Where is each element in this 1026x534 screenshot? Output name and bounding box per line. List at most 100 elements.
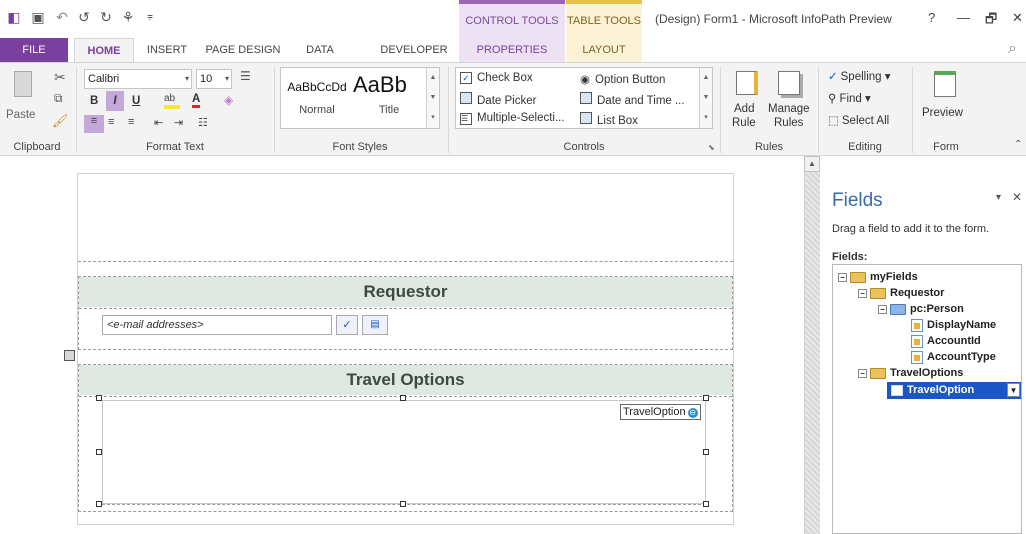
pane-options-icon[interactable]: ▾ [996, 192, 1001, 203]
add-rule-icon [736, 71, 758, 95]
close-button[interactable]: ✕ [1012, 10, 1023, 26]
folder-icon [870, 287, 886, 299]
redo-icon[interactable]: ↻ [98, 9, 114, 25]
resize-handle[interactable] [96, 449, 102, 455]
tab-page-design[interactable]: PAGE DESIGN [198, 38, 288, 62]
tree-node-traveloptions[interactable]: − TravelOptions [858, 365, 963, 381]
vertical-scrollbar[interactable] [804, 156, 820, 534]
customize-icon[interactable]: ⩦ [142, 9, 158, 25]
decrease-indent-icon[interactable]: ⇤ [154, 116, 163, 129]
font-color-button[interactable]: A [192, 93, 201, 108]
travel-option-repeating-table[interactable] [102, 400, 706, 504]
control-date-time[interactable]: Date and Time ... [580, 92, 685, 107]
clear-formatting-icon[interactable]: ◈ [224, 93, 233, 107]
address-book-icon[interactable]: ▤ [362, 315, 388, 335]
search-icon[interactable]: ⌕ [1008, 40, 1017, 58]
save-icon[interactable]: ▣ [30, 9, 46, 25]
collapse-icon[interactable]: − [858, 288, 867, 298]
list-box-icon [580, 112, 592, 124]
control-multiple-selection[interactable]: ☰ Multiple-Selecti... [460, 112, 565, 125]
tab-data[interactable]: DATA [296, 38, 344, 62]
tree-node-person[interactable]: − pc:Person [878, 301, 964, 317]
preview-button[interactable]: Preview [920, 67, 972, 139]
control-check-box[interactable]: ✓ Check Box [460, 72, 533, 84]
resize-handle[interactable] [703, 395, 709, 401]
control-option-button[interactable]: ◉ Option Button [580, 72, 665, 86]
folder-icon [870, 367, 886, 379]
tag-menu-icon[interactable]: ⊖ [687, 408, 698, 418]
group-separator [720, 67, 721, 153]
resize-handle[interactable] [96, 395, 102, 401]
tab-developer[interactable]: DEVELOPER [374, 38, 454, 62]
tree-node-requestor[interactable]: − Requestor [858, 285, 944, 301]
restore-button[interactable]: 🗗 [985, 10, 997, 32]
preview-icon[interactable]: ⚘ [120, 9, 136, 25]
tree-node-accounttype[interactable]: AccountType [911, 349, 996, 365]
tree-node-accountid[interactable]: AccountId [911, 333, 981, 349]
pane-close-icon[interactable]: ✕ [1012, 190, 1022, 204]
controls-scroll[interactable]: ▲ ▼ ▾ [699, 68, 712, 128]
dialog-launcher-icon[interactable]: ⬊ [708, 143, 715, 152]
style-normal[interactable]: AaBbCcDd Normal [283, 68, 351, 128]
resize-handle[interactable] [400, 395, 406, 401]
line-spacing-icon[interactable]: ☰ [240, 69, 251, 83]
email-field[interactable]: <e-mail addresses> [102, 315, 332, 335]
control-date-picker[interactable]: Date Picker [460, 92, 536, 107]
node-dropdown-icon[interactable]: ▼ [1007, 383, 1020, 397]
ribbon-tabs: FILE HOME INSERT PAGE DESIGN DATA DEVELO… [0, 38, 1026, 62]
manage-rules-label-1: Manage [768, 103, 810, 115]
find-button[interactable]: ⚲ Find ▾ [828, 91, 871, 105]
font-size-box[interactable]: 10 ▾ [196, 69, 232, 89]
underline-button[interactable]: U [132, 95, 140, 107]
tab-home[interactable]: HOME [74, 38, 134, 62]
tab-properties[interactable]: PROPERTIES [459, 38, 565, 62]
scroll-up-icon[interactable]: ▲ [804, 156, 820, 172]
tab-insert[interactable]: INSERT [142, 38, 192, 62]
select-all-button[interactable]: ⬚ Select All [828, 113, 889, 127]
bold-button[interactable]: B [90, 95, 98, 107]
font-name-box[interactable]: Calibri ▾ [84, 69, 192, 89]
clipboard-group: Paste ✂ ⧉ 🖌 Clipboard [2, 65, 72, 155]
control-list-box[interactable]: List Box [580, 112, 638, 127]
tab-layout[interactable]: LAYOUT [566, 38, 642, 62]
rules-label: Rules [754, 141, 784, 153]
highlight-icon[interactable]: ab [164, 93, 180, 109]
collapse-icon[interactable]: − [878, 304, 887, 314]
tree-node-myfields[interactable]: − myFields [838, 269, 918, 285]
paste-button[interactable]: Paste [6, 109, 35, 121]
italic-button[interactable]: I [106, 91, 124, 111]
align-left-icon[interactable]: ≡ [84, 115, 104, 133]
tree-node-displayname[interactable]: DisplayName [911, 317, 996, 333]
increase-indent-icon[interactable]: ⇥ [174, 116, 183, 129]
resize-handle[interactable] [400, 501, 406, 507]
collapse-icon[interactable]: − [858, 368, 867, 378]
align-right-icon[interactable]: ≡ [128, 116, 134, 128]
manage-rules-button[interactable]: Manage Rules [768, 67, 812, 139]
resize-handle[interactable] [703, 449, 709, 455]
help-button[interactable]: ? [928, 10, 935, 25]
add-rule-button[interactable]: Add Rule [728, 67, 766, 139]
collapse-icon[interactable]: − [838, 272, 847, 282]
undo-icon[interactable]: ↶ [54, 9, 70, 25]
tab-file[interactable]: FILE [0, 38, 68, 62]
add-rule-label-2: Rule [732, 117, 756, 129]
paste-icon[interactable] [14, 71, 32, 97]
check-names-icon[interactable]: ✓ [336, 315, 358, 335]
tree-node-traveloption[interactable]: TravelOption ▼ [887, 382, 1021, 399]
controls-gallery: ✓ Check Box Date Picker ☰ Multiple-Selecti… [455, 67, 713, 129]
table-move-handle[interactable] [64, 350, 75, 361]
undo-arrow-icon[interactable]: ↺ [76, 9, 92, 25]
align-center-icon[interactable]: ≡ [108, 116, 114, 128]
resize-handle[interactable] [96, 501, 102, 507]
collapse-ribbon-icon[interactable]: ⌃ [1014, 139, 1022, 150]
style-title[interactable]: AaBb Title [353, 68, 425, 128]
format-painter-icon[interactable]: 🖌 [52, 113, 69, 129]
spelling-button[interactable]: ✓ Spelling ▾ [828, 69, 891, 83]
copy-icon[interactable]: ⧉ [54, 91, 63, 106]
tree-node-label: AccountId [927, 335, 981, 347]
cut-icon[interactable]: ✂ [54, 69, 66, 86]
resize-handle[interactable] [703, 501, 709, 507]
minimize-button[interactable]: — [957, 10, 970, 25]
gallery-scroll[interactable]: ▲ ▼ ▾ [426, 68, 439, 128]
bullets-icon[interactable]: ☷ [198, 116, 208, 129]
